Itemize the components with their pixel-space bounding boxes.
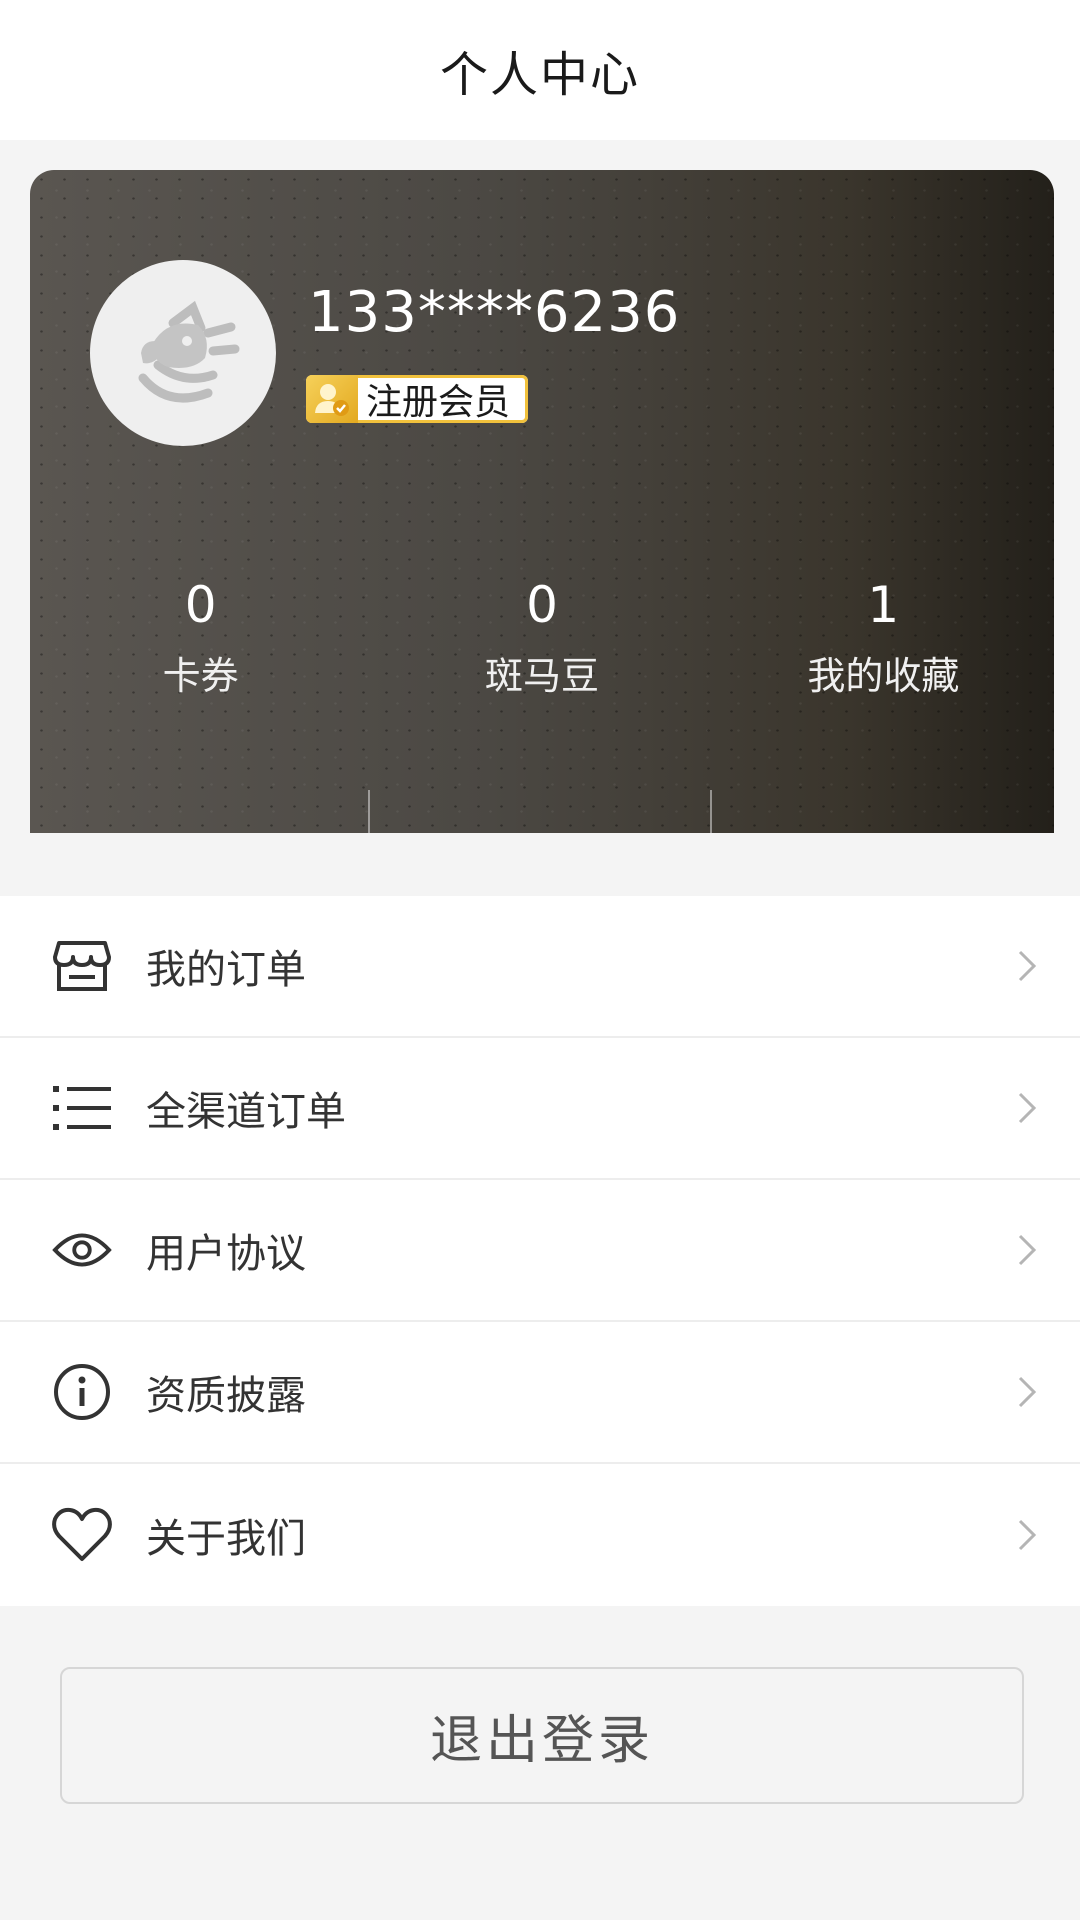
stat-value: 0 [184,576,217,634]
menu-item-user-agreement[interactable]: 用户协议 [0,1180,1080,1322]
logout-label: 退出登录 [429,1711,654,1771]
menu-item-qualification-disclosure[interactable]: 资质披露 [0,1322,1080,1464]
menu-label: 关于我们 [146,1516,306,1562]
zebra-logo-icon [138,300,240,403]
list-icon [52,1078,112,1138]
stat-label: 我的收藏 [807,654,960,698]
stat-divider [710,790,712,833]
menu-list: 我的订单 全渠道订单 用户协议 资质披露 关于我们 [0,896,1080,1606]
page-title: 个人中心 [439,47,640,103]
member-badge-label: 注册会员 [366,382,511,423]
menu-label: 全渠道订单 [146,1089,346,1135]
avatar[interactable] [90,260,276,446]
menu-label: 资质披露 [146,1373,306,1419]
menu-item-all-channel-orders[interactable]: 全渠道订单 [0,1038,1080,1180]
stat-divider [368,790,370,833]
stat-favorites[interactable]: 1 我的收藏 [713,575,1054,705]
member-user-icon [306,375,358,423]
chevron-right-icon [1018,1092,1037,1124]
stat-label: 斑马豆 [484,654,599,698]
profile-card: 133****6236 注册会员 0 卡券 0 斑马豆 1 我的收藏 [30,170,1054,833]
menu-item-about-us[interactable]: 关于我们 [0,1464,1080,1606]
chevron-right-icon [1018,1234,1037,1266]
menu-label: 我的订单 [146,947,306,993]
stat-zebra-beans[interactable]: 0 斑马豆 [371,575,712,705]
menu-label: 用户协议 [146,1231,306,1277]
logout-button[interactable]: 退出登录 [60,1667,1024,1804]
member-badge: 注册会员 [306,375,529,423]
stat-value: 0 [526,576,558,634]
chevron-right-icon [1018,950,1037,982]
chevron-right-icon [1018,1519,1037,1551]
heart-icon [52,1505,112,1565]
menu-item-my-orders[interactable]: 我的订单 [0,896,1080,1038]
stat-label: 卡券 [162,654,239,698]
stat-value: 1 [867,576,900,634]
store-icon [52,936,112,996]
stats-row: 0 卡券 0 斑马豆 1 我的收藏 [30,575,1054,705]
chevron-right-icon [1018,1376,1037,1408]
eye-icon [52,1220,112,1280]
top-header: 个人中心 [0,0,1080,140]
user-phone: 133****6236 [308,280,681,345]
info-icon [52,1362,112,1422]
stat-coupons[interactable]: 0 卡券 [30,575,371,705]
